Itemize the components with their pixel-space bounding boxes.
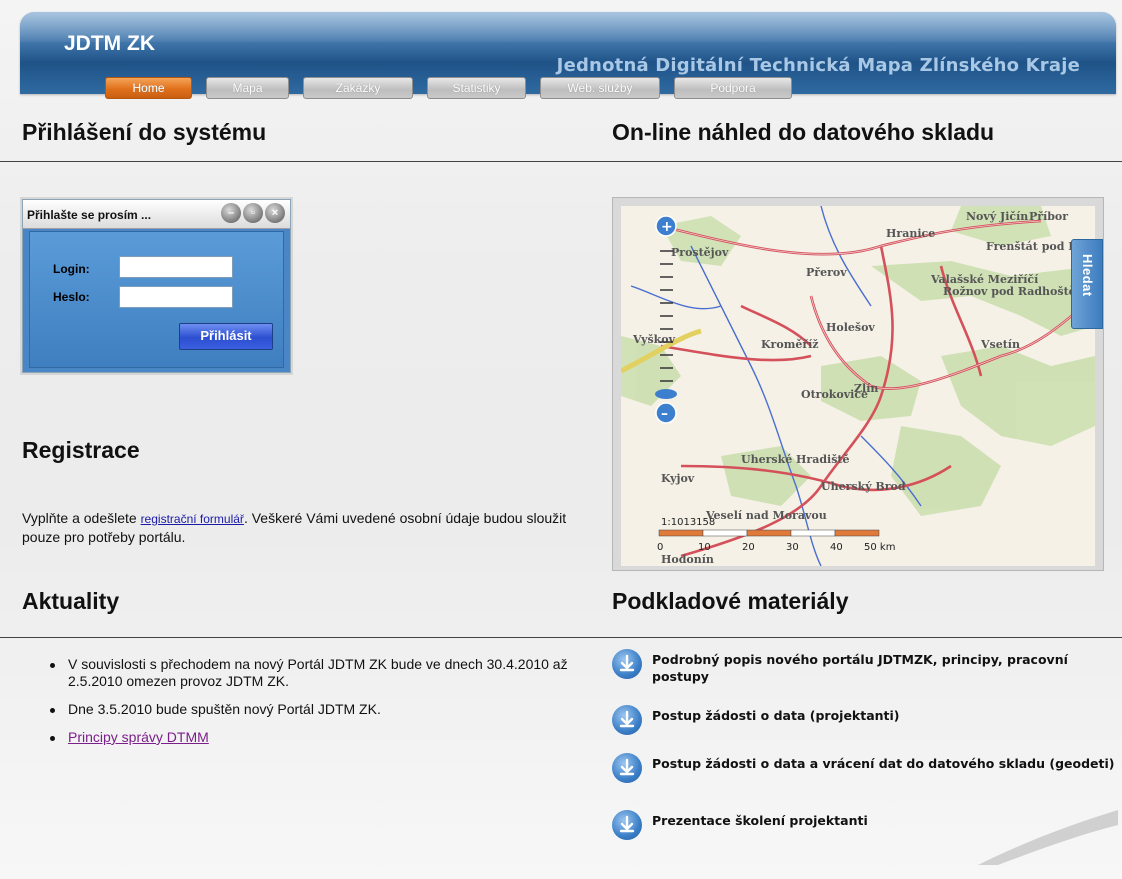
password-input[interactable] (119, 286, 233, 308)
material-item[interactable]: Postup žádosti o data a vrácení dat do d… (612, 753, 1117, 783)
material-item[interactable]: Podrobný popis nového portálu JDTMZK, pr… (612, 649, 1117, 685)
map-view[interactable]: Nový Jičín Příbor Hranice Frenštát pod R… (621, 206, 1095, 566)
material-link[interactable]: Prezentace školení projektanti (652, 810, 868, 829)
decorative-swoosh (978, 810, 1118, 865)
section-divider-top (0, 161, 1122, 162)
login-input[interactable] (119, 256, 233, 278)
restore-icon[interactable]: ▫ (243, 203, 263, 223)
search-tab-button[interactable]: Hledat (1071, 239, 1103, 329)
login-form: Login: Heslo: Přihlásit (29, 231, 284, 368)
map-label: Vsetín (980, 338, 1020, 351)
close-icon[interactable]: × (265, 203, 285, 223)
news-item: V souvislosti s přechodem na nový Portál… (50, 656, 590, 690)
tab-podpora[interactable]: Podpora (674, 77, 792, 99)
map-label: Nový Jičín (966, 210, 1028, 223)
map-heading: On-line náhled do datového skladu (612, 119, 995, 145)
minimize-icon[interactable]: – (221, 203, 241, 223)
map-label: Přerov (806, 266, 847, 279)
news-list: V souvislosti s přechodem na nový Portál… (50, 656, 590, 757)
registration-text: Vyplňte a odešlete registrační formulář.… (22, 509, 592, 546)
login-dialog: Přihlašte se prosím ... – ▫ × Login: Hes… (22, 199, 291, 373)
registration-heading: Registrace (22, 437, 140, 463)
download-icon (612, 705, 642, 735)
map-label: Kyjov (661, 472, 695, 485)
download-icon (612, 810, 642, 840)
tab-zakazky[interactable]: Zakázky (303, 77, 413, 99)
map-label: Holešov (826, 321, 875, 334)
material-link[interactable]: Postup žádosti o data a vrácení dat do d… (652, 753, 1115, 772)
window-controls: – ▫ × (221, 203, 285, 223)
materials-heading: Podkladové materiály (612, 588, 849, 614)
scale-tick: 40 (830, 542, 843, 553)
registration-form-link[interactable]: registrační formulář (141, 512, 244, 526)
material-item[interactable]: Postup žádosti o data (projektanti) (612, 705, 1117, 735)
map-label: Vyškov (632, 333, 676, 346)
login-dialog-title: Přihlašte se prosím ... (27, 208, 152, 222)
map-label: Hranice (886, 227, 935, 240)
map-label: Zlín (854, 382, 878, 395)
tab-web-sluzby[interactable]: Web. služby (540, 77, 660, 99)
main-nav: Home Mapa Zakázky Statistiky Web. služby… (105, 77, 792, 99)
site-logo[interactable]: JDTM ZK (64, 32, 155, 56)
svg-text:–: – (661, 406, 668, 422)
map-label: Uherský Brod (821, 480, 906, 493)
scale-tick: 20 (742, 542, 755, 553)
login-button[interactable]: Přihlásit (179, 323, 273, 350)
map-canvas: Nový Jičín Příbor Hranice Frenštát pod R… (621, 206, 1095, 566)
login-label: Login: (53, 262, 90, 276)
zoom-slider-handle (655, 389, 677, 399)
map-label: Kroměříž (761, 338, 819, 351)
news-item: Dne 3.5.2010 bude spuštěn nový Portál JD… (50, 701, 590, 718)
map-label: Veselí nad Moravou (705, 509, 827, 522)
scale-ratio: 1:1013158 (661, 517, 715, 528)
section-divider-bottom (0, 637, 1122, 638)
news-item-link-container: Principy správy DTMM (50, 729, 590, 746)
map-label: Prostějov (671, 246, 729, 259)
tab-home[interactable]: Home (105, 77, 192, 99)
news-heading: Aktuality (22, 588, 120, 614)
map-label: Rožnov pod Radhoštěm (943, 285, 1088, 298)
header-gloss (20, 12, 1116, 42)
download-icon (612, 649, 642, 679)
material-link[interactable]: Postup žádosti o data (projektanti) (652, 705, 900, 724)
site-tagline: Jednotná Digitální Technická Mapa Zlínsk… (556, 55, 1080, 76)
map-label: Hodonín (661, 553, 714, 566)
scale-tick: 50 km (864, 542, 895, 553)
tab-mapa[interactable]: Mapa (206, 77, 289, 99)
scale-tick: 30 (786, 542, 799, 553)
scale-tick: 10 (698, 542, 711, 553)
map-label: Příbor (1029, 210, 1068, 223)
registration-text-before: Vyplňte a odešlete (22, 510, 141, 526)
tab-statistiky[interactable]: Statistiky (427, 77, 526, 99)
scale-tick: 0 (657, 542, 663, 553)
news-link-principy[interactable]: Principy správy DTMM (68, 729, 209, 745)
download-icon (612, 753, 642, 783)
search-tab-label: Hledat (1080, 254, 1095, 297)
login-heading: Přihlášení do systému (22, 119, 267, 145)
password-label: Heslo: (53, 290, 90, 304)
material-link[interactable]: Podrobný popis nového portálu JDTMZK, pr… (652, 649, 1117, 685)
map-label: Uherské Hradiště (741, 453, 850, 466)
login-dialog-titlebar: Přihlašte se prosím ... – ▫ × (23, 200, 290, 229)
svg-text:+: + (661, 219, 673, 235)
map-frame: Nový Jičín Příbor Hranice Frenštát pod R… (612, 197, 1104, 571)
